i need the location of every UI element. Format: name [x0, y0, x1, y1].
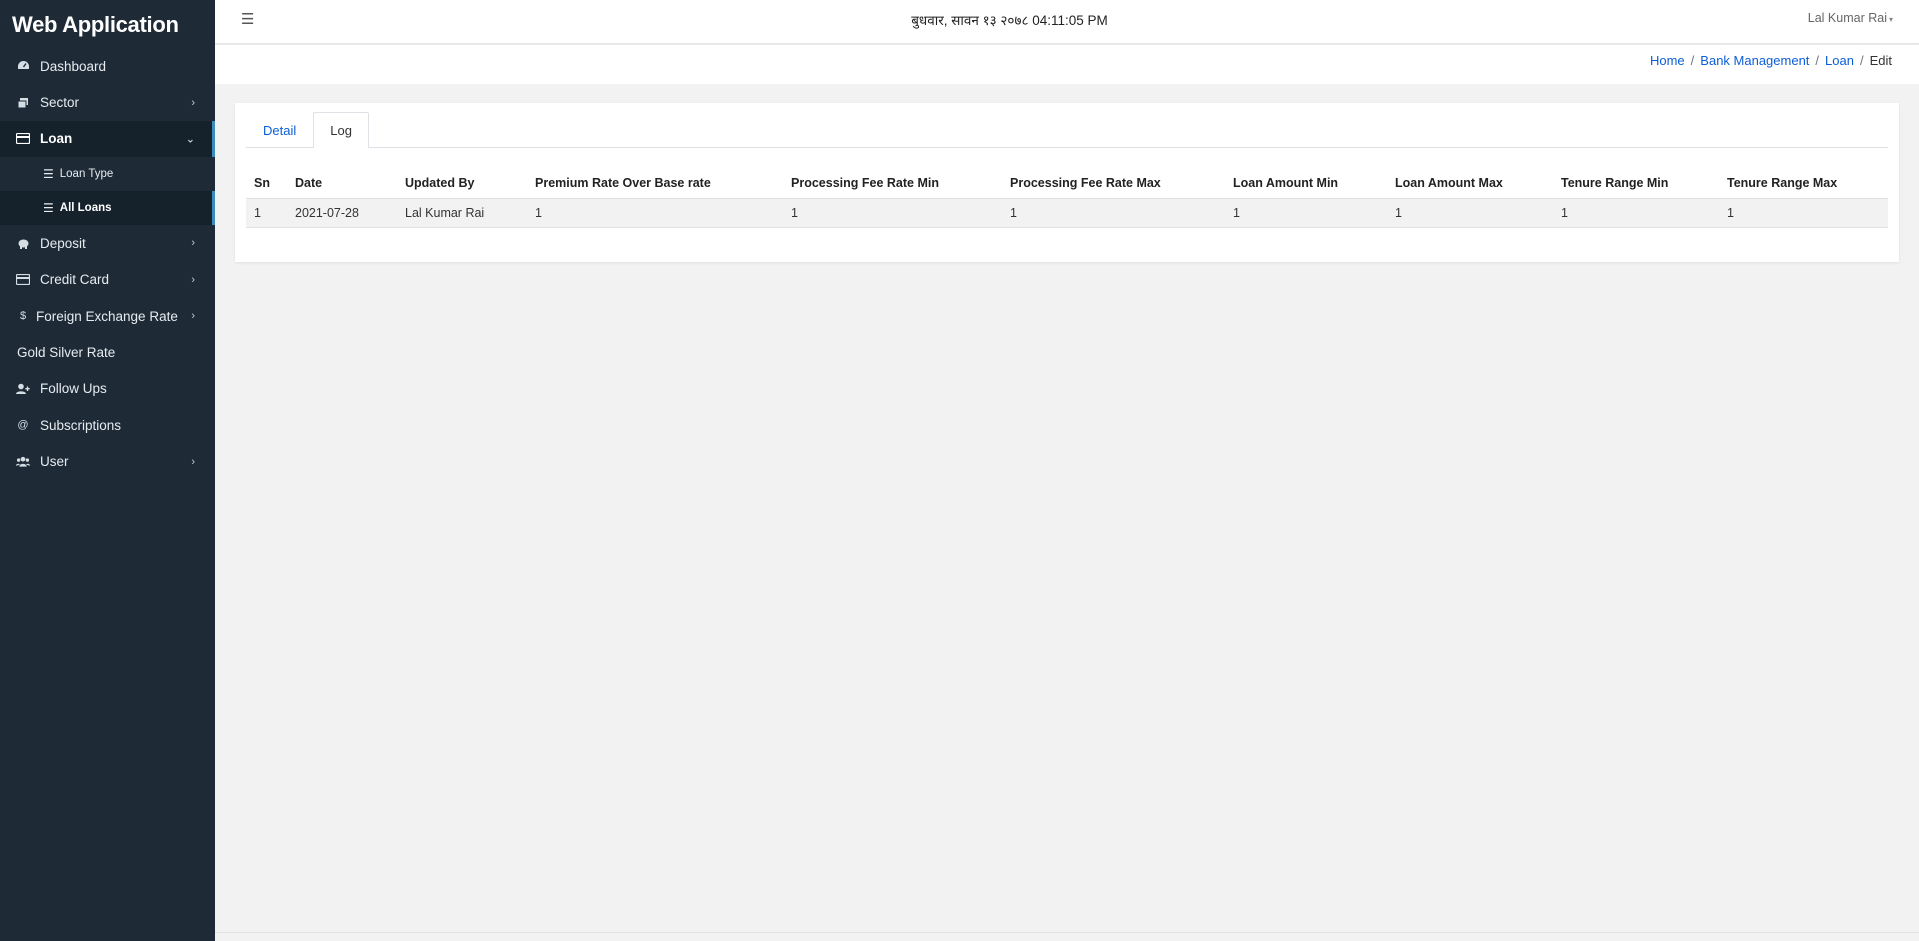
chevron-down-icon: ⌄: [186, 132, 195, 145]
sidebar-item-loan[interactable]: Loan ⌄: [0, 121, 215, 157]
breadcrumb-separator: /: [1815, 53, 1819, 68]
sidebar-subitem-loan-type[interactable]: ☰ Loan Type: [0, 157, 215, 191]
sidebar-item-label: Subscriptions: [40, 418, 121, 433]
breadcrumb-separator: /: [1860, 53, 1864, 68]
sidebar-item-label: Credit Card: [40, 272, 109, 287]
sidebar-subitem-all-loans[interactable]: ☰ All Loans: [0, 191, 215, 225]
table-row: 1 2021-07-28 Lal Kumar Rai 1 1 1 1 1 1 1: [246, 199, 1888, 228]
footer-divider: [215, 932, 1919, 933]
table-cell-sn: 1: [246, 199, 287, 228]
tab-detail[interactable]: Detail: [246, 112, 313, 147]
users-icon: [16, 455, 30, 469]
column-header: Sn: [246, 169, 287, 199]
breadcrumb: Home / Bank Management / Loan / Edit: [1650, 53, 1892, 68]
column-header: Loan Amount Min: [1225, 169, 1387, 199]
sidebar-item-subscriptions[interactable]: @ Subscriptions: [0, 407, 215, 443]
chevron-right-icon: ›: [191, 274, 195, 286]
list-icon: ☰: [43, 201, 54, 215]
sidebar-item-label: Dashboard: [40, 59, 106, 74]
sidebar-item-label: Deposit: [40, 236, 86, 251]
sidebar-item-label: User: [40, 454, 69, 469]
sidebar-subitem-label: Loan Type: [60, 168, 114, 180]
breadcrumb-bar: Home / Bank Management / Loan / Edit: [215, 45, 1919, 84]
dashboard-icon: [16, 59, 30, 73]
column-header: Updated By: [397, 169, 527, 199]
table-cell-tenure-min: 1: [1553, 199, 1719, 228]
chevron-right-icon: ›: [191, 237, 195, 249]
user-plus-icon: [16, 382, 30, 396]
user-menu[interactable]: Lal Kumar Rai▾: [1808, 11, 1893, 25]
caret-down-icon: ▾: [1889, 15, 1893, 24]
sidebar-item-user[interactable]: User ›: [0, 444, 215, 480]
sidebar-item-label: Follow Ups: [40, 381, 107, 396]
sidebar-item-gold-silver-rate[interactable]: Gold Silver Rate: [0, 334, 215, 370]
table-cell-updated-by: Lal Kumar Rai: [397, 199, 527, 228]
dollar-icon: $: [16, 309, 30, 323]
sector-icon: [16, 96, 30, 110]
table-cell-loan-amount-min: 1: [1225, 199, 1387, 228]
at-icon: @: [16, 418, 30, 432]
user-name: Lal Kumar Rai: [1808, 11, 1887, 25]
sidebar-item-follow-ups[interactable]: Follow Ups: [0, 371, 215, 407]
loan-icon: [16, 132, 30, 146]
sidebar-item-credit-card[interactable]: Credit Card ›: [0, 262, 215, 298]
breadcrumb-current: Edit: [1870, 53, 1892, 68]
app-title: Web Application: [0, 0, 215, 48]
column-header: Processing Fee Rate Max: [1002, 169, 1225, 199]
table-header-row: Sn Date Updated By Premium Rate Over Bas…: [246, 169, 1888, 199]
sidebar-item-label: Foreign Exchange Rate: [36, 309, 178, 324]
column-header: Tenure Range Min: [1553, 169, 1719, 199]
sidebar-item-sector[interactable]: Sector ›: [0, 84, 215, 120]
sidebar-item-foreign-exchange-rate[interactable]: $ Foreign Exchange Rate ›: [0, 298, 215, 334]
loan-edit-card: Detail Log Sn Date Updated By Premium Ra…: [235, 103, 1899, 262]
nepali-datetime: बुधवार, सावन १३ २०७८ 04:11:05 PM: [215, 11, 1919, 29]
log-table: Sn Date Updated By Premium Rate Over Bas…: [246, 169, 1888, 228]
column-header: Loan Amount Max: [1387, 169, 1553, 199]
list-icon: ☰: [43, 167, 54, 181]
breadcrumb-separator: /: [1691, 53, 1695, 68]
chevron-right-icon: ›: [191, 310, 195, 322]
sidebar-item-label: Sector: [40, 95, 79, 110]
column-header: Processing Fee Rate Min: [783, 169, 1002, 199]
table-cell-tenure-max: 1: [1719, 199, 1888, 228]
chevron-right-icon: ›: [191, 456, 195, 468]
table-cell-date: 2021-07-28: [287, 199, 397, 228]
sidebar-item-deposit[interactable]: Deposit ›: [0, 225, 215, 261]
tab-bar: Detail Log: [246, 113, 1888, 148]
sidebar-item-dashboard[interactable]: Dashboard: [0, 48, 215, 84]
column-header: Premium Rate Over Base rate: [527, 169, 783, 199]
table-cell-loan-amount-max: 1: [1387, 199, 1553, 228]
sidebar-subitem-label: All Loans: [60, 202, 112, 214]
sidebar-item-label: Loan: [40, 131, 72, 146]
top-navbar: ☰ बुधवार, सावन १३ २०७८ 04:11:05 PM Lal K…: [215, 0, 1919, 44]
breadcrumb-bank-management[interactable]: Bank Management: [1700, 53, 1809, 68]
tab-log[interactable]: Log: [313, 112, 369, 148]
column-header: Date: [287, 169, 397, 199]
sidebar: Web Application Dashboard Sector › Loan …: [0, 0, 215, 941]
chevron-right-icon: ›: [191, 97, 195, 109]
sidebar-item-label: Gold Silver Rate: [17, 345, 115, 360]
piggy-bank-icon: [16, 236, 30, 250]
credit-card-icon: [16, 273, 30, 287]
table-cell-processing-fee-max: 1: [1002, 199, 1225, 228]
table-cell-processing-fee-min: 1: [783, 199, 1002, 228]
table-cell-premium-rate: 1: [527, 199, 783, 228]
breadcrumb-home[interactable]: Home: [1650, 53, 1685, 68]
column-header: Tenure Range Max: [1719, 169, 1888, 199]
breadcrumb-loan[interactable]: Loan: [1825, 53, 1854, 68]
